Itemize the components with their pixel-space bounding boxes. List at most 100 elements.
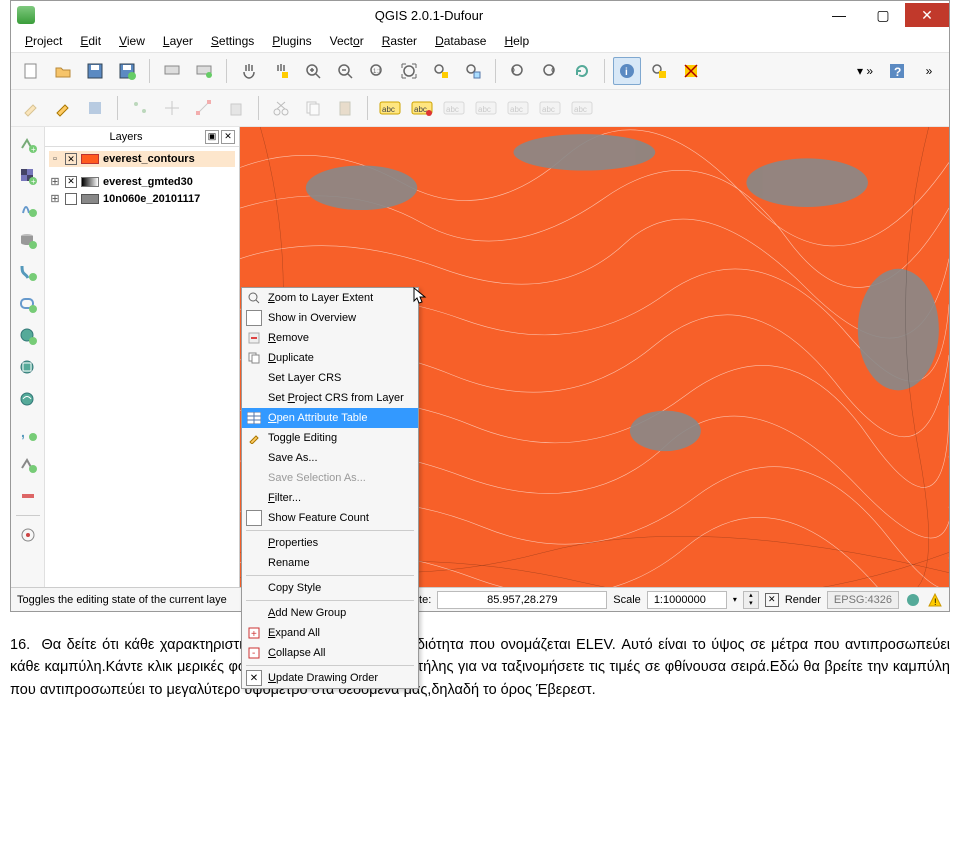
help-icon[interactable]: ? [883,57,911,85]
new-project-icon[interactable] [17,57,45,85]
composer-manager-icon[interactable] [190,57,218,85]
cm-show-feature-count[interactable]: Show Feature Count [242,508,418,528]
toolbar-overflow-1[interactable]: ▾ » [851,57,879,85]
abc-label-move-icon[interactable]: abc [472,94,500,122]
menu-layer[interactable]: Layer [155,32,201,50]
cm-update-drawing-order[interactable]: ✕Update Drawing Order [242,668,418,688]
cm-expand-all[interactable]: +Expand All [242,623,418,643]
abc-label-icon[interactable]: abc [376,94,404,122]
maximize-button[interactable]: ▢ [861,3,905,27]
cm-open-attribute-table[interactable]: Open Attribute Table [242,408,418,428]
menu-vector[interactable]: Vector [322,32,372,50]
expand-icon[interactable]: ⊞ [49,175,61,188]
cm-zoom-to-layer[interactable]: Zoom to Layer Extent [242,288,418,308]
cm-remove[interactable]: Remove [242,328,418,348]
copy-icon[interactable] [299,94,327,122]
deselect-icon[interactable] [677,57,705,85]
gps-icon[interactable] [15,522,41,548]
menu-edit[interactable]: Edit [72,32,109,50]
layers-panel-header[interactable]: Layers ▣ ✕ [45,127,239,147]
zoom-selection-icon[interactable] [427,57,455,85]
abc-label-change-icon[interactable]: abc [536,94,564,122]
layer-item-contours[interactable]: ▫ everest_contours [49,151,235,167]
add-mssql-icon[interactable] [15,259,41,285]
coord-value[interactable]: 85.957,28.279 [437,591,607,609]
zoom-next-icon[interactable] [536,57,564,85]
identify-icon[interactable]: i [613,57,641,85]
scale-value[interactable]: 1:1000000 [647,591,727,609]
layer-item-10n060e[interactable]: ⊞ 10n060e_20101117 [49,190,235,207]
toggle-editing-icon[interactable] [49,94,77,122]
cm-filter[interactable]: Filter... [242,488,418,508]
save-as-project-icon[interactable] [113,57,141,85]
cut-icon[interactable] [267,94,295,122]
zoom-layer-icon[interactable] [459,57,487,85]
delete-selected-icon[interactable] [222,94,250,122]
print-composer-icon[interactable] [158,57,186,85]
current-edits-icon[interactable] [17,94,45,122]
add-wms-icon[interactable] [15,323,41,349]
cm-duplicate[interactable]: Duplicate [242,348,418,368]
node-tool-icon[interactable] [190,94,218,122]
pan-icon[interactable] [235,57,263,85]
abc-label-hide-icon[interactable]: abc [568,94,596,122]
cm-toggle-editing[interactable]: Toggle Editing [242,428,418,448]
add-wcs-icon[interactable] [15,355,41,381]
add-delimited-icon[interactable]: , [15,419,41,445]
add-spatialite-icon[interactable] [15,195,41,221]
add-wfs-icon[interactable] [15,387,41,413]
menu-plugins[interactable]: Plugins [264,32,319,50]
select-icon[interactable] [645,57,673,85]
minimize-button[interactable]: — [817,3,861,27]
toolbar-overflow-2[interactable]: » [915,57,943,85]
menu-help[interactable]: Help [496,32,537,50]
abc-label-rotate-icon[interactable]: abc [504,94,532,122]
render-checkbox[interactable] [765,593,779,607]
layer-visibility-checkbox[interactable] [65,193,77,205]
refresh-icon[interactable] [568,57,596,85]
move-feature-icon[interactable] [158,94,186,122]
zoom-full-icon[interactable] [395,57,423,85]
abc-label-highlight-icon[interactable]: abc [440,94,468,122]
add-vector-icon[interactable]: + [15,131,41,157]
crs-status-icon[interactable] [905,592,921,608]
menu-project[interactable]: Project [17,32,70,50]
zoom-last-icon[interactable] [504,57,532,85]
close-button[interactable]: ✕ [905,3,949,27]
cm-add-new-group[interactable]: Add New Group [242,603,418,623]
layer-visibility-checkbox[interactable] [65,153,77,165]
layer-visibility-checkbox[interactable] [65,176,77,188]
cm-copy-style[interactable]: Copy Style [242,578,418,598]
menu-database[interactable]: Database [427,32,494,50]
save-project-icon[interactable] [81,57,109,85]
add-feature-icon[interactable] [126,94,154,122]
panel-close-icon[interactable]: ✕ [221,130,235,144]
expand-icon[interactable]: ▫ [49,153,61,165]
abc-label-pin-icon[interactable]: abc [408,94,436,122]
menu-raster[interactable]: Raster [374,32,425,50]
expand-icon[interactable]: ⊞ [49,192,61,205]
cm-rename[interactable]: Rename [242,553,418,573]
new-shapefile-icon[interactable] [15,451,41,477]
pan-to-selection-icon[interactable] [267,57,295,85]
zoom-native-icon[interactable]: 1:1 [363,57,391,85]
cm-set-layer-crs[interactable]: Set Layer CRS [242,368,418,388]
cm-properties[interactable]: Properties [242,533,418,553]
remove-layer-icon[interactable] [15,483,41,509]
add-oracle-icon[interactable] [15,291,41,317]
cm-show-in-overview[interactable]: Show in Overview [242,308,418,328]
cm-save-as[interactable]: Save As... [242,448,418,468]
zoom-out-icon[interactable] [331,57,359,85]
cm-collapse-all[interactable]: -Collapse All [242,643,418,663]
add-postgis-icon[interactable] [15,227,41,253]
save-edits-icon[interactable] [81,94,109,122]
add-raster-icon[interactable]: + [15,163,41,189]
menu-view[interactable]: View [111,32,153,50]
panel-float-icon[interactable]: ▣ [205,130,219,144]
cm-set-project-crs[interactable]: Set Project CRS from Layer [242,388,418,408]
layer-item-gmted[interactable]: ⊞ everest_gmted30 [49,173,235,190]
zoom-in-icon[interactable] [299,57,327,85]
scale-spinner[interactable]: ▴▾ [743,591,759,609]
messages-icon[interactable]: ! [927,592,943,608]
open-project-icon[interactable] [49,57,77,85]
